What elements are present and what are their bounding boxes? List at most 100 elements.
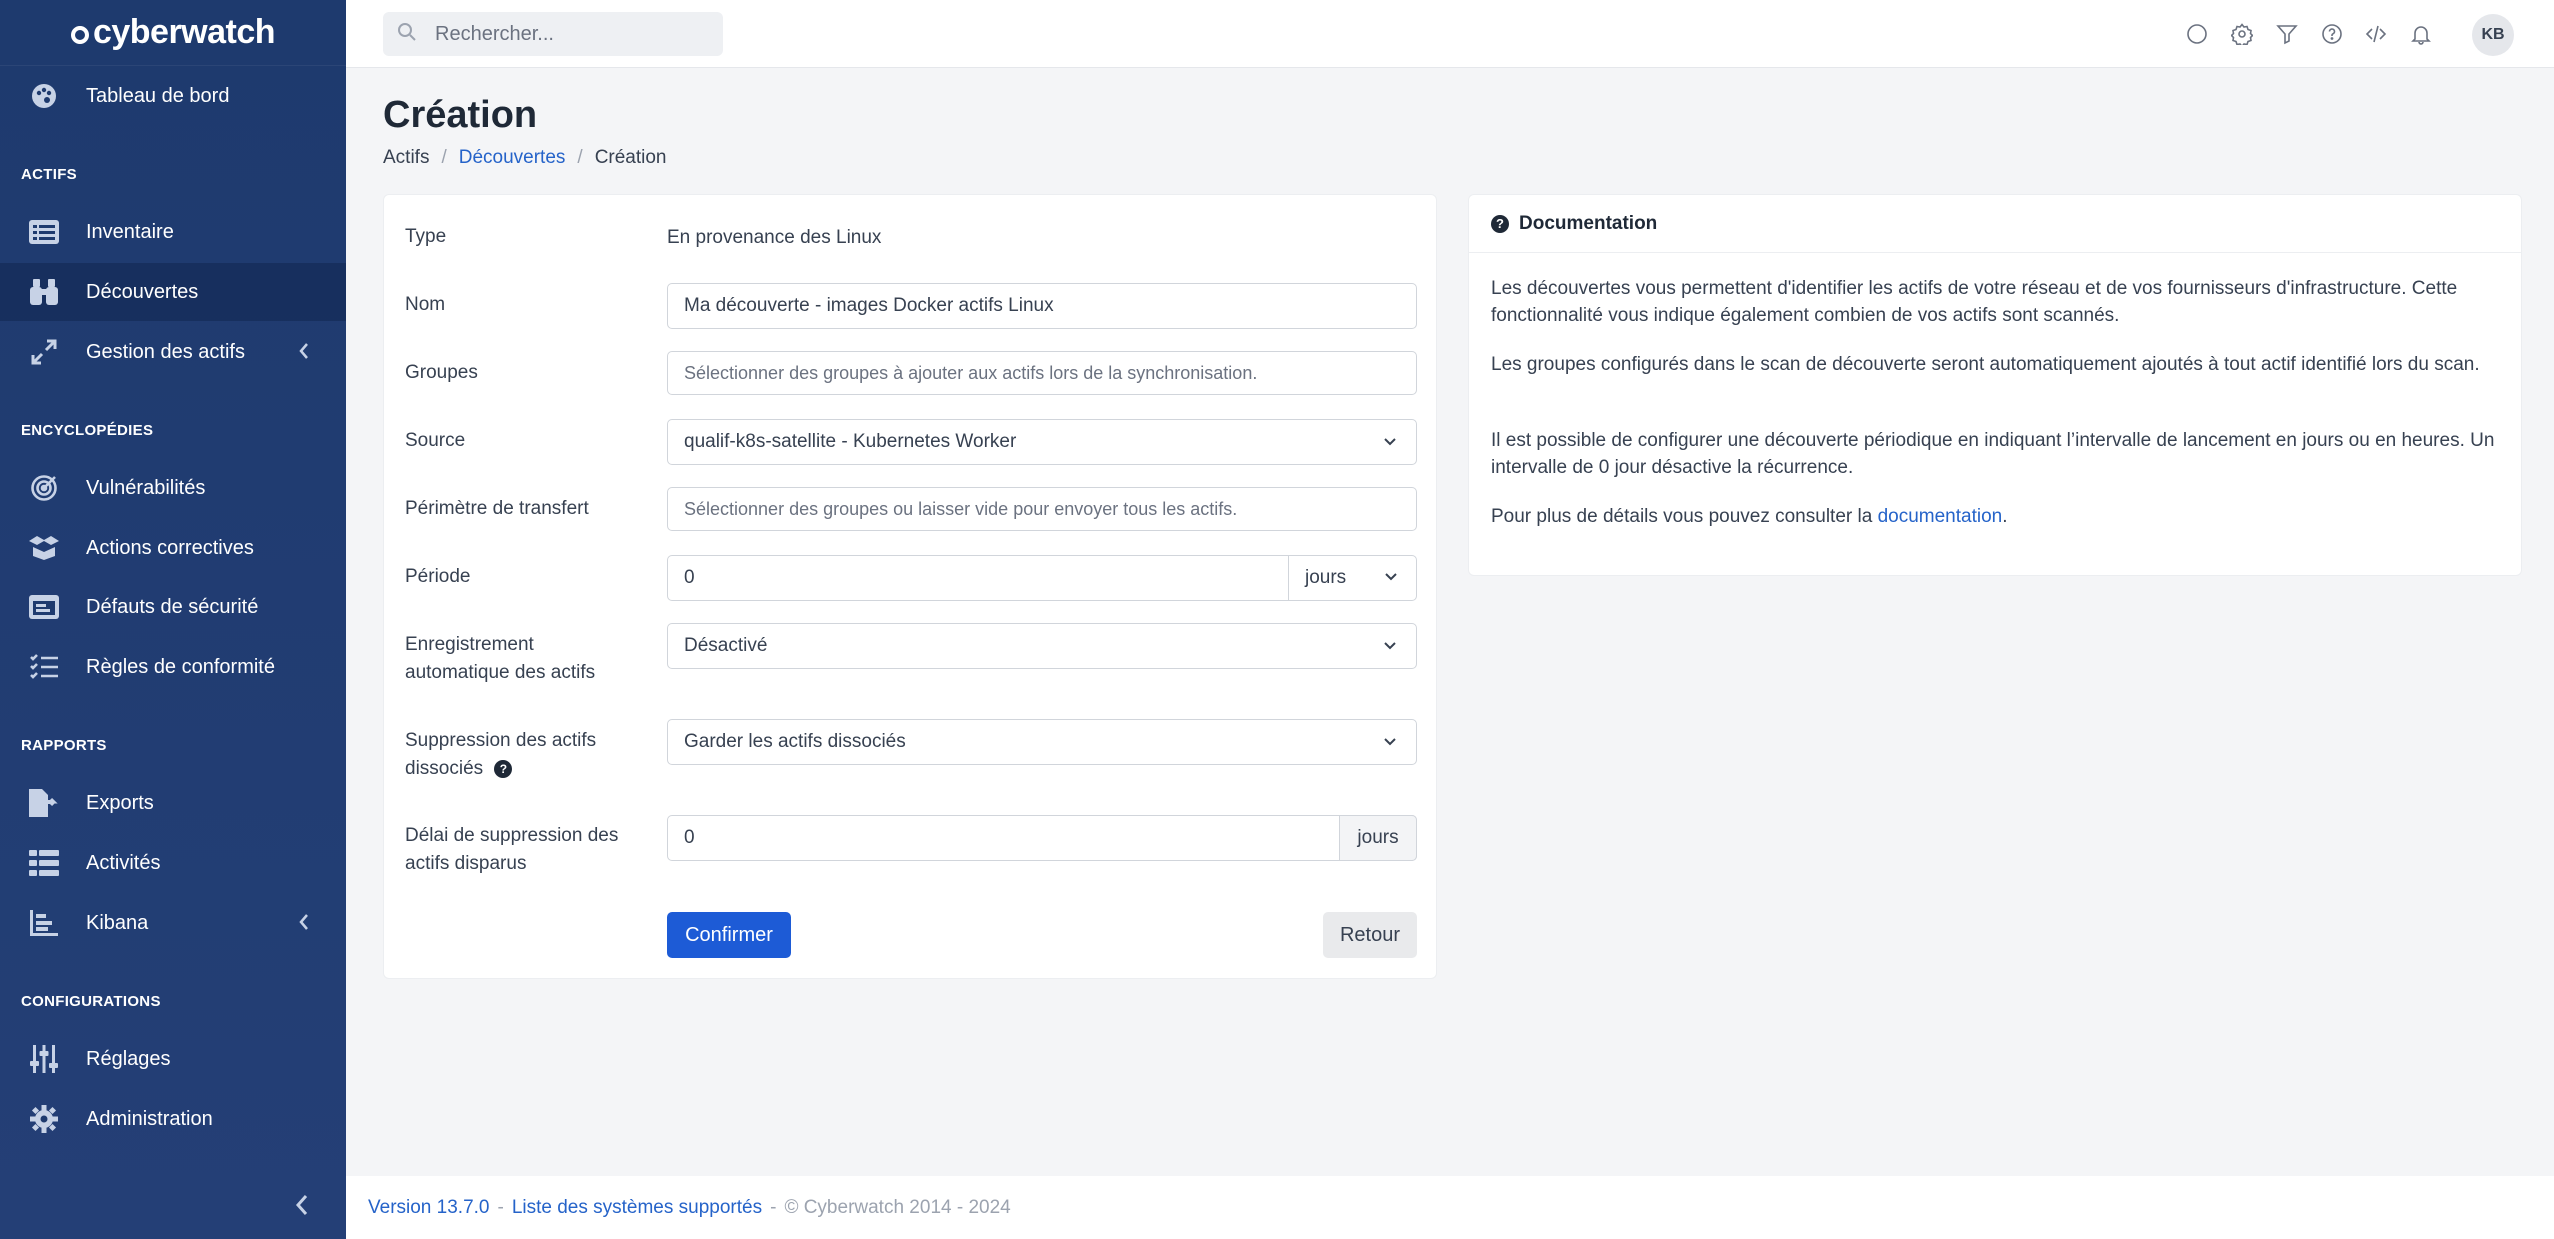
suppression-label: Suppression des actifs dissociés ? [405,727,635,783]
sidebar-item-actions[interactable]: Actions correctives [0,519,346,577]
breadcrumb-separator: / [577,147,583,168]
help-tooltip-icon[interactable]: ? [494,759,513,778]
sidebar-item-label: Découvertes [86,280,199,303]
documentation-link[interactable]: documentation [1878,506,2003,527]
section-title-rapports: RAPPORTS [21,737,107,754]
search-box[interactable] [383,12,723,56]
breadcrumb-link-decouvertes[interactable]: Découvertes [459,147,566,169]
brand-logo[interactable]: cyberwatch [0,0,346,66]
nom-input[interactable]: Ma découverte - images Docker actifs Lin… [667,283,1417,329]
documentation-header: ? Documentation [1469,195,2521,253]
confirm-button[interactable]: Confirmer [667,912,791,958]
doc-paragraph: Les groupes configurés dans le scan de d… [1491,354,2480,375]
enregistrement-select[interactable]: Désactivé [667,623,1417,669]
periode-label: Période [405,566,471,587]
help-icon[interactable] [2321,23,2343,45]
sidebar-item-label: Tableau de bord [86,84,230,107]
copyright-text: © Cyberwatch 2014 - 2024 [784,1196,1011,1218]
bell-icon[interactable] [2410,23,2432,45]
sidebar-item-label: Inventaire [86,220,174,243]
logo-ring-icon [70,25,89,44]
footer-separator: - [770,1196,777,1218]
delai-label: Délai de suppression des actifs disparus [405,825,619,874]
suppression-select[interactable]: Garder les actifs dissociés [667,719,1417,765]
discovery-form: Type En provenance des Linux Nom Ma déco… [383,194,1437,979]
sidebar-item-dashboard[interactable]: Tableau de bord [0,67,346,125]
question-circle-icon: ? [1491,214,1509,233]
chart-bar-icon [28,909,60,937]
perimetre-label: Périmètre de transfert [405,498,589,519]
page-title: Création [383,94,538,136]
sidebar-item-label: Gestion des actifs [86,340,245,363]
chevron-down-icon [1382,734,1398,756]
sidebar-item-label: Règles de conformité [86,655,275,678]
filter-icon[interactable] [2276,23,2298,45]
target-icon [28,474,60,502]
source-select[interactable]: qualif-k8s-satellite - Kubernetes Worker [667,419,1417,465]
sidebar-item-defauts[interactable]: Défauts de sécurité [0,578,346,636]
suppression-value: Garder les actifs dissociés [684,731,906,752]
doc-paragraph: Pour plus de détails vous pouvez consult… [1491,503,2501,530]
documentation-title: Documentation [1519,212,1658,234]
type-value: En provenance des Linux [667,227,882,248]
sidebar-item-reglages[interactable]: Réglages [0,1030,346,1088]
breadcrumb: Actifs / Découvertes / Création [383,147,667,169]
doc-text: Pour plus de détails vous pouvez consult… [1491,506,1878,527]
supported-systems-link[interactable]: Liste des systèmes supportés [512,1197,762,1219]
sidebar-item-activites[interactable]: Activités [0,834,346,892]
sidebar-item-decouvertes[interactable]: Découvertes [0,263,346,321]
periode-input[interactable]: 0 [684,567,695,589]
user-avatar[interactable]: KB [2472,14,2514,56]
footer-separator: - [497,1196,504,1218]
back-button[interactable]: Retour [1323,912,1417,958]
doc-text: . [2002,506,2008,527]
chevron-down-icon [1382,638,1398,660]
sidebar-item-administration[interactable]: Administration [0,1090,346,1148]
sidebar-item-inventaire[interactable]: Inventaire [0,203,346,261]
sidebar-item-kibana[interactable]: Kibana [0,894,346,952]
sidebar-item-label: Actions correctives [86,536,254,559]
doc-paragraph: Il est possible de configurer une découv… [1491,430,2495,478]
sidebar-item-label: Vulnérabilités [86,476,206,499]
collapse-sidebar-button[interactable] [294,1194,310,1221]
sidebar-item-label: Exports [86,791,154,814]
stream-icon [28,849,60,877]
window-icon [28,593,60,621]
perimetre-select[interactable]: Sélectionner des groupes ou laisser vide… [667,487,1417,531]
search-input[interactable] [435,22,705,46]
groupes-label: Groupes [405,362,478,383]
enregistrement-value: Désactivé [684,635,768,656]
sidebar-item-gestion[interactable]: Gestion des actifs [0,323,346,381]
sidebar-item-label: Activités [86,851,161,874]
version-link[interactable]: Version 13.7.0 [368,1197,489,1219]
gear-icon [28,1105,60,1133]
sidebar-item-vulnerabilites[interactable]: Vulnérabilités [0,459,346,517]
footer: Version 13.7.0 - Liste des systèmes supp… [346,1176,2554,1239]
sidebar: cyberwatch Tableau de bord ACTIFS Invent… [0,0,346,1239]
sidebar-item-exports[interactable]: Exports [0,774,346,832]
list-icon [28,218,60,246]
sliders-icon [28,1045,60,1073]
code-icon[interactable] [2365,23,2387,45]
box-open-icon [28,534,60,562]
periode-unit-value: jours [1305,567,1347,588]
chevron-left-icon [298,913,310,937]
chevron-left-icon [298,342,310,366]
source-value: qualif-k8s-satellite - Kubernetes Worker [684,431,1017,452]
section-title-actifs: ACTIFS [21,166,77,183]
section-title-configurations: CONFIGURATIONS [21,993,161,1010]
enregistrement-label: Enregistrement automatique des actifs [405,634,596,683]
groupes-select[interactable]: Sélectionner des groupes à ajouter aux a… [667,351,1417,395]
periode-unit-select[interactable]: jours [1288,555,1417,601]
nom-label: Nom [405,294,446,315]
expand-arrows-icon [28,338,60,366]
status-circle-icon[interactable] [2186,23,2208,45]
delai-input[interactable]: 0 [684,827,695,849]
sidebar-item-label: Défauts de sécurité [86,595,259,618]
sidebar-item-label: Administration [86,1107,213,1130]
type-label: Type [405,226,447,247]
delai-unit-addon: jours [1339,815,1417,861]
sidebar-item-regles[interactable]: Règles de conformité [0,638,346,696]
settings-icon[interactable] [2230,23,2254,48]
tasks-icon [28,653,60,681]
